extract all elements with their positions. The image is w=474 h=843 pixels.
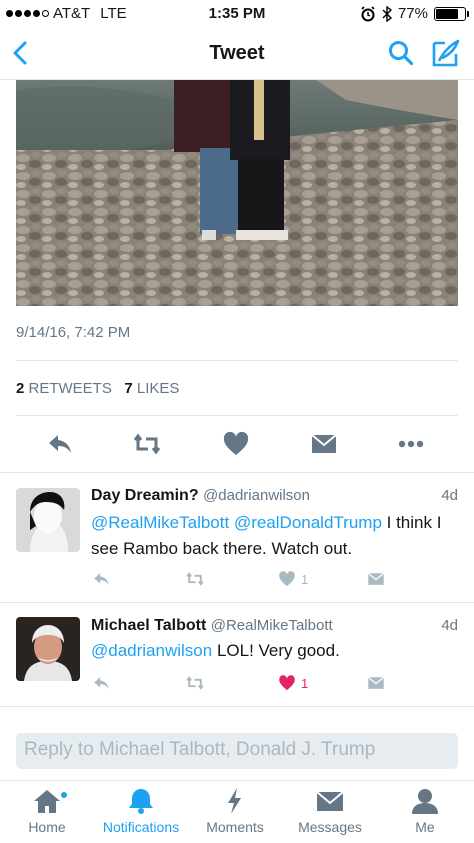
tab-label: Moments: [206, 819, 264, 835]
tweet-timestamp: 9/14/16, 7:42 PM: [16, 324, 131, 341]
reply-button[interactable]: [91, 673, 113, 693]
tweet-photo[interactable]: [16, 80, 458, 306]
heart-icon[interactable]: [277, 570, 297, 588]
tab-moments[interactable]: Moments: [188, 787, 282, 835]
tab-bar: Home Notifications Moments Messages Me: [0, 780, 474, 843]
tweet-stats: 2 RETWEETS 7 LIKES: [16, 380, 179, 397]
mention-link[interactable]: @RealMikeTalbott: [91, 513, 229, 532]
photo-image: [16, 80, 458, 306]
more-icon[interactable]: [396, 430, 426, 458]
person-icon: [412, 789, 438, 814]
tab-messages[interactable]: Messages: [283, 787, 377, 835]
reply-time: 4d: [441, 617, 458, 634]
retweet-icon[interactable]: [183, 570, 207, 588]
reply-input[interactable]: Reply to Michael Talbott, Donald J. Trum…: [16, 733, 458, 769]
alarm-icon: [361, 5, 375, 21]
likes-label[interactable]: LIKES: [137, 380, 180, 397]
compose-icon[interactable]: [430, 37, 462, 69]
dm-button[interactable]: [365, 673, 387, 693]
tab-label: Me: [415, 819, 435, 835]
retweet-button[interactable]: [183, 569, 207, 589]
tab-label: Messages: [298, 819, 362, 835]
reply-text: @RealMikeTalbott @realDonaldTrump I thin…: [91, 510, 461, 562]
retweet-icon[interactable]: [183, 674, 207, 692]
message-icon[interactable]: [309, 430, 339, 458]
avatar[interactable]: [16, 488, 80, 552]
likes-count[interactable]: 7: [124, 380, 132, 397]
tab-label: Notifications: [102, 819, 180, 835]
retweets-label[interactable]: RETWEETS: [29, 380, 112, 397]
like-count: 1: [301, 675, 309, 691]
author-handle[interactable]: @RealMikeTalbott: [211, 617, 333, 634]
divider: [16, 360, 458, 361]
reply-time: 4d: [441, 487, 458, 504]
like-icon[interactable]: [221, 430, 251, 458]
tab-me[interactable]: Me: [378, 787, 472, 835]
reply-icon[interactable]: [91, 674, 113, 692]
like-button[interactable]: 1: [277, 673, 308, 693]
nav-bar: Tweet: [0, 28, 474, 80]
envelope-icon[interactable]: [365, 674, 387, 692]
reply-tweet[interactable]: Day Dreamin? @dadrianwilson 4d @RealMike…: [0, 473, 474, 601]
mention-link[interactable]: @dadrianwilson: [91, 641, 212, 660]
tab-home[interactable]: Home: [0, 787, 94, 835]
retweets-count[interactable]: 2: [16, 380, 24, 397]
author-name[interactable]: Day Dreamin?: [91, 487, 199, 504]
retweet-icon[interactable]: [132, 430, 162, 458]
author-name[interactable]: Michael Talbott: [91, 617, 206, 634]
reply-button[interactable]: [91, 569, 113, 589]
reply-actions: 1: [91, 569, 391, 591]
battery-icon: [434, 6, 469, 21]
envelope-icon[interactable]: [365, 570, 387, 588]
retweet-button[interactable]: [183, 673, 207, 693]
search-icon[interactable]: [386, 38, 416, 68]
tab-notifications[interactable]: Notifications: [94, 787, 188, 835]
notification-dot: [60, 791, 68, 799]
reply-text: @dadrianwilson LOL! Very good.: [91, 638, 461, 664]
reply-tweet[interactable]: Michael Talbott @RealMikeTalbott 4d @dad…: [0, 603, 474, 706]
author-handle[interactable]: @dadrianwilson: [203, 487, 310, 504]
tab-label: Home: [28, 819, 66, 835]
reply-composer: Reply to Michael Talbott, Donald J. Trum…: [0, 706, 474, 780]
like-button[interactable]: 1: [277, 569, 308, 589]
like-count: 1: [301, 571, 309, 587]
avatar[interactable]: [16, 617, 80, 681]
envelope-icon: [316, 791, 344, 811]
reply-body: LOL! Very good.: [216, 641, 340, 660]
bluetooth-icon: [382, 5, 392, 22]
divider: [16, 415, 458, 416]
mention-link[interactable]: @realDonaldTrump: [234, 513, 382, 532]
dm-button[interactable]: [365, 569, 387, 589]
status-bar: AT&T LTE 1:35 PM 77%: [0, 0, 474, 28]
reply-actions: 1: [91, 673, 391, 695]
tweet-actions: [16, 426, 458, 462]
battery-percent: 77%: [397, 5, 428, 22]
heart-icon[interactable]: [277, 674, 297, 692]
home-icon: [34, 790, 60, 813]
reply-icon[interactable]: [46, 430, 76, 458]
bell-icon: [129, 789, 153, 814]
reply-icon[interactable]: [91, 570, 113, 588]
lightning-icon: [228, 788, 241, 814]
